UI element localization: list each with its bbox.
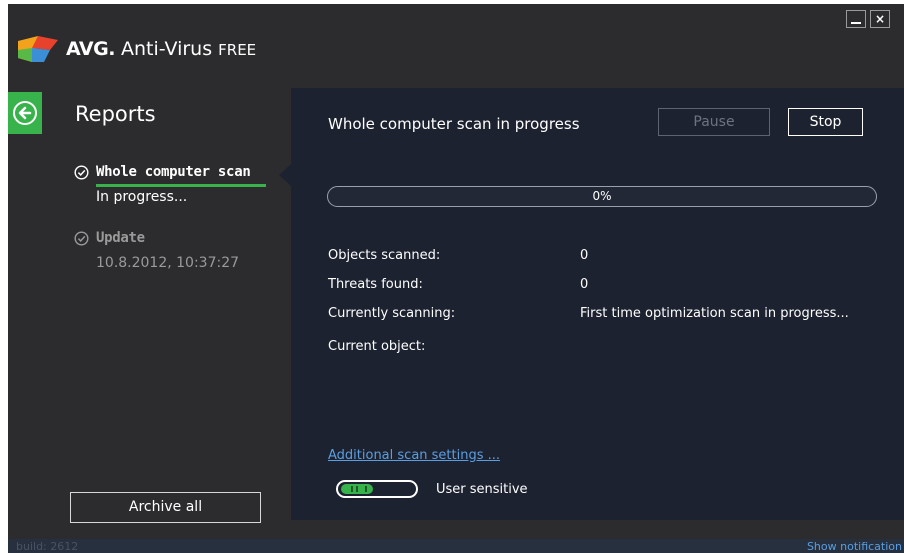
back-button[interactable] [8,92,42,134]
close-icon: × [874,12,886,26]
threats-found-label: Threats found: [328,277,423,292]
currently-scanning-value: First time optimization scan in progress… [580,306,849,321]
archive-all-button[interactable]: Archive all [70,492,261,523]
user-sensitive-label: User sensitive [436,482,528,497]
threats-found-value: 0 [580,277,589,292]
current-object-label: Current object: [328,339,426,354]
report-item-timestamp: 10.8.2012, 10:37:27 [96,255,240,271]
check-circle-icon [74,231,89,246]
check-circle-icon [74,165,89,180]
title-bar: AVG. Anti-Virus FREE × [8,4,904,86]
app-name: Anti-Virus [114,38,219,60]
app-edition: FREE [218,41,257,59]
selected-indicator [96,184,266,187]
scan-panel: Whole computer scan in progress Pause St… [291,88,904,520]
stop-button[interactable]: Stop [788,108,863,136]
reports-title: Reports [75,102,156,126]
scan-title: Whole computer scan in progress [328,115,580,133]
scan-progress-bar: 0% [327,186,877,207]
progress-label: 0% [592,189,612,203]
pause-button[interactable]: Pause [658,108,770,136]
app-title: AVG. Anti-Virus FREE [66,38,256,60]
avg-logo-icon [18,36,58,62]
report-item-title: Whole computer scan [96,164,251,180]
close-button[interactable]: × [870,10,890,28]
objects-scanned-label: Objects scanned: [328,248,441,263]
currently-scanning-label: Currently scanning: [328,306,456,321]
build-number: build: 2612 [16,540,79,553]
show-notification-link[interactable]: Show notification [807,540,902,553]
app-brand: AVG. [66,38,115,60]
objects-scanned-value: 0 [580,248,589,263]
additional-scan-settings-link[interactable]: Additional scan settings ... [328,448,500,463]
minimize-button[interactable] [846,10,866,28]
report-item-status: In progress... [96,189,188,205]
avg-window: AVG. Anti-Virus FREE × Reports Whole com… [8,4,904,553]
report-item-title: Update [96,230,145,246]
selection-pointer [279,164,291,186]
user-sensitive-toggle[interactable] [336,480,418,498]
status-bar: build: 2612 Show notification [8,539,904,553]
toggle-knob [341,484,373,494]
arrow-left-icon [13,101,37,125]
